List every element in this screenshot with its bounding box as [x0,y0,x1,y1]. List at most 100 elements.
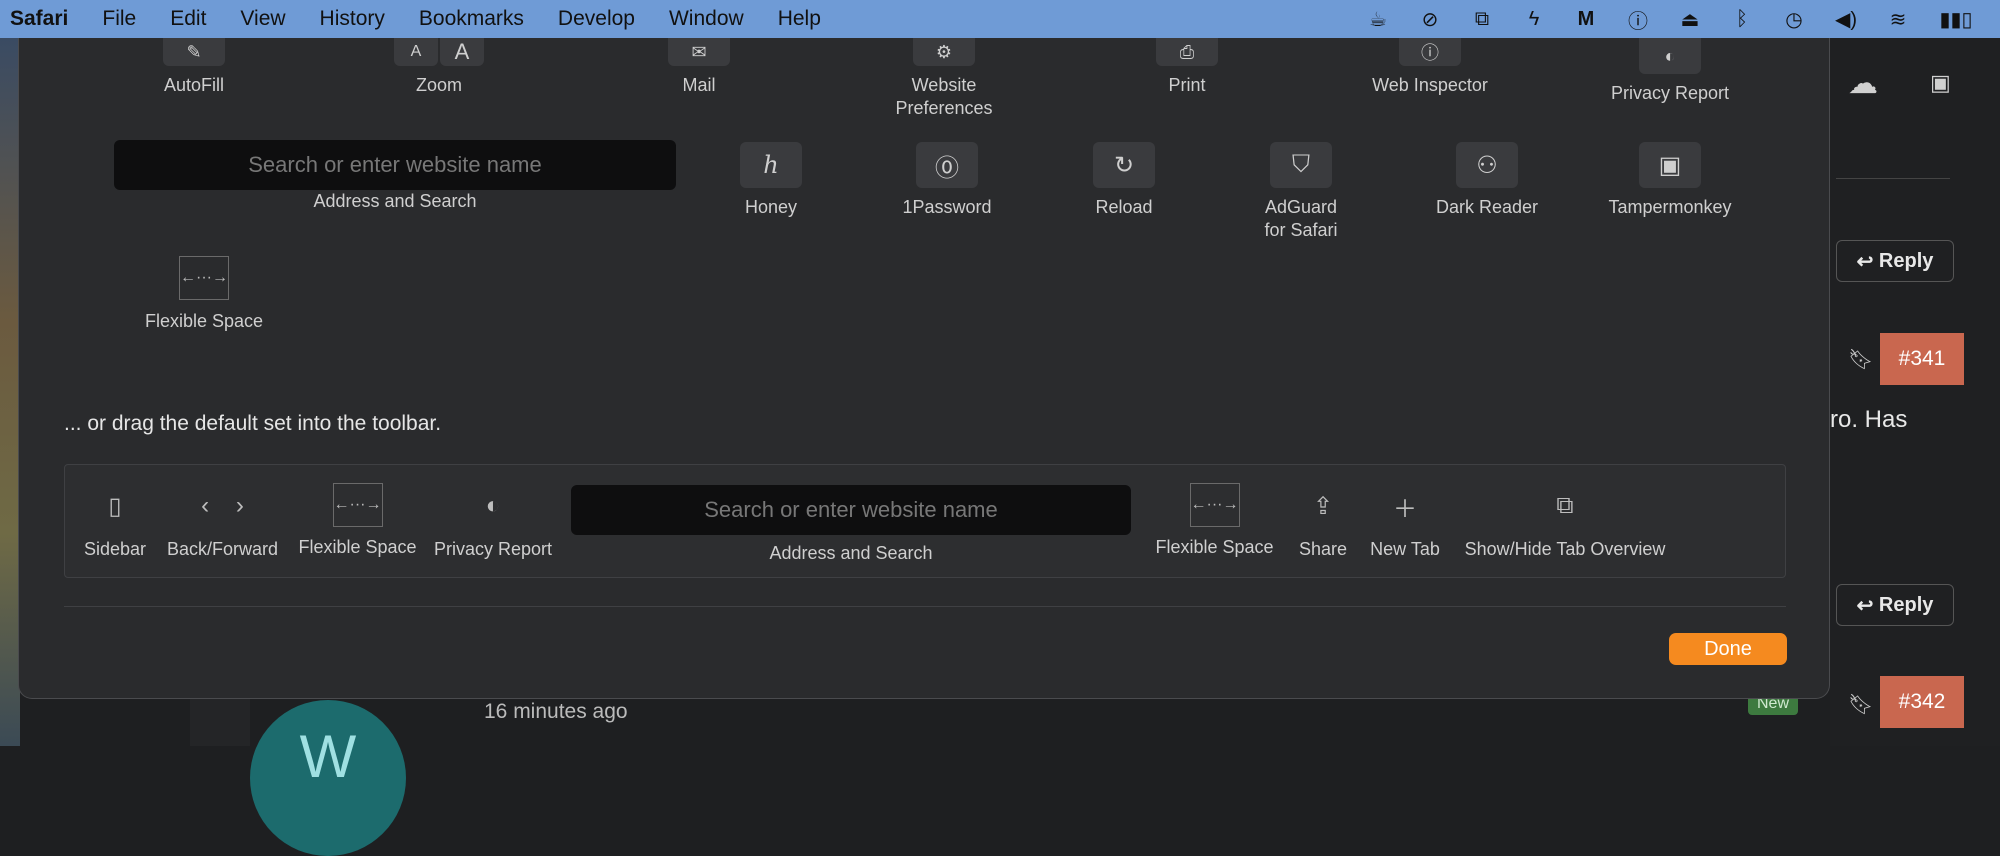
item-label: Zoom [415,75,462,95]
toolbar-item-tampermonkey[interactable]: ▣ Tampermonkey [1585,142,1755,219]
toolbar-item-autofill[interactable]: ✎ AutoFill [139,38,249,97]
item-label: Privacy Report [1610,83,1730,103]
bolt-icon[interactable]: ϟ [1520,5,1548,33]
sidebar-icon: ▯ [108,492,122,520]
item-label: Web Inspector [1372,75,1488,95]
default-item-flexible-space: ←···→ Flexible Space [290,483,425,558]
done-button[interactable]: Done [1669,633,1787,665]
item-label: Mail [682,75,716,95]
item-label: AdGuard for Safari [1264,197,1338,240]
default-item-sidebar: ▯ Sidebar [75,483,155,560]
adguard-shield-icon: ⛉ [1270,142,1332,188]
toolbar-item-reload[interactable]: ↻ Reload [1064,142,1184,219]
zoom-out-icon: A [394,38,438,66]
item-label: Flexible Space [144,311,264,331]
toolbar-item-website-preferences[interactable]: ⚙ Website Preferences [869,38,1019,120]
info-icon: ⓘ [1399,38,1461,66]
reply-label: Reply [1878,593,1934,616]
wifi-icon[interactable]: ≋ [1884,5,1912,33]
menu-edit[interactable]: Edit [170,7,206,31]
battery-icon[interactable]: ▮▮▯ [1936,5,1976,33]
divider [1836,178,1950,179]
address-search-field[interactable]: Search or enter website name [114,140,676,190]
default-toolbar-set[interactable]: ▯ Sidebar ‹ › Back/Forward ←···→ Flexibl… [64,464,1786,578]
share-icon: ⇪ [1312,492,1334,520]
menu-develop[interactable]: Develop [558,7,635,31]
flexible-space-icon: ←···→ [179,256,229,300]
onepassword-icon[interactable]: ⓘ [1624,5,1652,33]
avatar[interactable]: W [250,700,406,856]
post-number-badge[interactable]: #341 [1880,333,1964,385]
toolbar-item-print[interactable]: ⎙ Print [1127,38,1247,97]
flexible-space-icon: ←···→ [1189,483,1240,527]
shield-icon: ◐ [485,492,501,519]
mail-icon: ✉ [668,38,730,66]
circle-slash-icon[interactable]: ⊘ [1416,5,1444,33]
default-item-tab-overview: ⧉ Show/Hide Tab Overview [1455,483,1675,560]
toolbar-item-1password[interactable]: ⓪ 1Password [887,142,1007,219]
item-label: Privacy Report [433,539,553,559]
menu-view[interactable]: View [240,7,285,31]
forum-background [1830,38,2000,746]
m-app-icon[interactable]: M [1572,5,1600,33]
item-label: Show/Hide Tab Overview [1464,539,1666,559]
zoom-in-icon: A [440,38,484,66]
default-item-new-tab: ＋ New Tab [1360,483,1450,560]
menu-history[interactable]: History [320,7,385,31]
address-search-label: Address and Search [245,190,545,213]
item-label: Tampermonkey [1608,197,1732,217]
bookmark-icon[interactable]: 🔖︎ [1848,347,1873,373]
menu-file[interactable]: File [102,7,136,31]
reply-button[interactable]: ↩ Reply [1836,584,1954,626]
customize-toolbar-sheet: ✎ AutoFill A A Zoom ✉ Mail ⚙ Website Pre… [18,38,1830,699]
item-label: Address and Search [313,191,477,211]
post-number-badge[interactable]: #342 [1880,676,1964,728]
toolbar-item-zoom[interactable]: A A Zoom [379,38,499,97]
airplay-icon[interactable]: ⏏ [1676,5,1704,33]
plus-icon: ＋ [1393,495,1417,523]
tab-overview-icon: ⧉ [1556,492,1574,519]
menu-app-safari[interactable]: Safari [10,7,68,31]
onepassword-icon: ⓪ [916,142,978,188]
item-label: Reload [1095,197,1153,217]
toolbar-item-dark-reader[interactable]: ⚇ Dark Reader [1417,142,1557,219]
item-label: Print [1168,75,1206,95]
tampermonkey-toolbar-icon[interactable]: ▣ [1930,70,1958,98]
item-label: Flexible Space [298,537,417,557]
item-label: New Tab [1370,539,1440,559]
toolbar-item-privacy-report[interactable]: ◐ Privacy Report [1585,38,1755,105]
menu-window[interactable]: Window [669,7,744,31]
item-label: Back/Forward [166,539,279,559]
item-label: AutoFill [163,75,225,95]
toolbar-item-mail[interactable]: ✉ Mail [639,38,759,97]
coffee-cup-icon[interactable]: ☕︎ [1364,5,1392,33]
default-address-field: Search or enter website name [571,485,1131,535]
item-label: Address and Search [769,543,933,563]
default-item-back-forward: ‹ › Back/Forward [160,483,285,560]
bluetooth-icon[interactable]: ᛒ [1728,5,1756,33]
toolbar-item-flexible-space[interactable]: ←···→ Flexible Space [119,256,289,333]
menu-bookmarks[interactable]: Bookmarks [419,7,524,31]
bookmark-icon[interactable]: 🔖︎ [1848,692,1873,718]
item-label: Dark Reader [1435,197,1539,217]
printer-icon: ⎙ [1156,38,1218,66]
cloud-icon[interactable]: ☁ [1848,66,1888,100]
item-label: Flexible Space [1155,537,1274,557]
menu-help[interactable]: Help [778,7,821,31]
volume-icon[interactable]: ◀︎) [1832,5,1860,33]
item-label: Sidebar [83,539,147,559]
toolbar-item-adguard[interactable]: ⛉ AdGuard for Safari [1241,142,1361,242]
reply-button[interactable]: ↩ Reply [1836,240,1954,282]
item-label: 1Password [902,197,992,217]
post-timestamp: 16 minutes ago [484,700,628,723]
default-item-privacy-report: ◐ Privacy Report [428,483,558,560]
screen-share-icon[interactable]: ⧉ [1468,5,1496,33]
toolbar-item-web-inspector[interactable]: ⓘ Web Inspector [1345,38,1515,97]
toolbar-item-honey[interactable]: h Honey [711,142,831,219]
divider [64,606,1786,607]
default-item-address-label: Address and Search [701,543,1001,564]
gear-icon: ⚙ [913,38,975,66]
time-machine-icon[interactable]: ◷ [1780,5,1808,33]
shield-icon: ◐ [1639,38,1701,74]
reload-icon: ↻ [1093,142,1155,188]
